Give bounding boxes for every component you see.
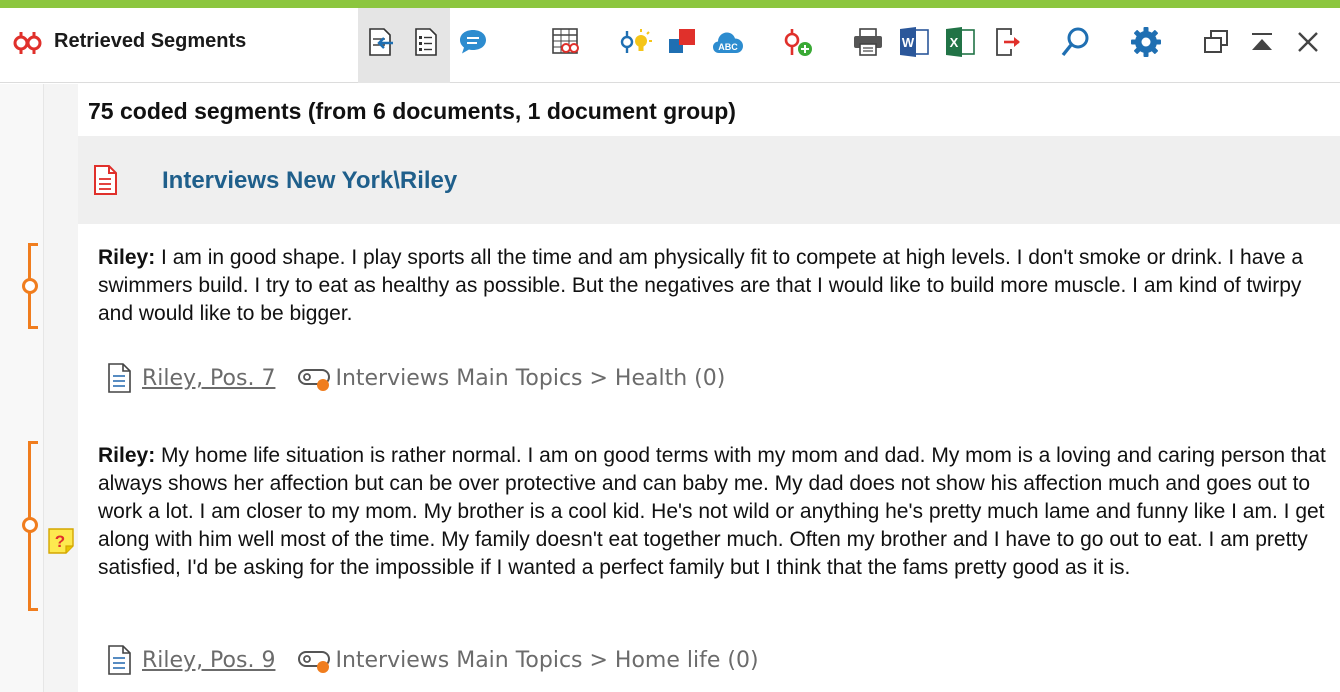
code-tag-icon — [298, 651, 331, 673]
collapse-icon[interactable] — [1244, 24, 1280, 60]
segments-count-text: 75 coded segments (from 6 documents, 1 d… — [88, 98, 736, 124]
code-matrix-icon[interactable] — [548, 24, 584, 60]
segment-2-source-link[interactable]: Riley, Pos. 9 — [142, 648, 275, 673]
text-document-icon — [108, 363, 131, 393]
segment-2-body: My home life situation is rather normal.… — [98, 444, 1326, 579]
list-view-icon[interactable] — [408, 24, 444, 60]
close-icon[interactable] — [1290, 24, 1326, 60]
segment-2-text: Riley: My home life situation is rather … — [98, 442, 1328, 582]
print-icon[interactable] — [850, 24, 886, 60]
retrieved-segments-icon — [13, 32, 42, 54]
coded-segment-1[interactable]: Riley: I am in good shape. I play sports… — [78, 224, 1340, 414]
segment-2-speaker: Riley: — [98, 444, 156, 467]
segments-summary: 75 coded segments (from 6 documents, 1 d… — [78, 84, 1340, 136]
segment-1-footer: Riley, Pos. 7 Interviews Main Topics > H… — [106, 362, 725, 394]
segment-1-code-marker[interactable] — [22, 278, 38, 294]
toolbar: Retrieved Segments ABC W X — [0, 8, 1340, 83]
comment-icon[interactable] — [455, 24, 491, 60]
excel-export-icon[interactable]: X — [942, 24, 978, 60]
segment-1-source-link[interactable]: Riley, Pos. 7 — [142, 366, 275, 391]
coded-segment-2[interactable]: Riley: My home life situation is rather … — [78, 422, 1340, 692]
svg-text:ABC: ABC — [718, 42, 738, 52]
segment-1-speaker: Riley: — [98, 246, 156, 269]
color-codes-icon[interactable] — [664, 24, 700, 60]
export-icon[interactable] — [990, 24, 1026, 60]
segment-1-body: I am in good shape. I play sports all th… — [98, 246, 1304, 325]
segment-2-code-marker[interactable] — [22, 517, 38, 533]
svg-text:X: X — [950, 35, 959, 50]
code-tag-icon — [298, 369, 331, 391]
word-export-icon[interactable]: W — [896, 24, 932, 60]
search-icon[interactable] — [1058, 24, 1094, 60]
settings-icon[interactable] — [1128, 24, 1164, 60]
smart-coding-icon[interactable] — [618, 24, 654, 60]
undock-window-icon[interactable] — [1198, 24, 1234, 60]
segment-2-code-path[interactable]: Interviews Main Topics > Home life (0) — [335, 648, 758, 673]
svg-text:?: ? — [55, 532, 65, 551]
export-segments-icon[interactable] — [362, 24, 398, 60]
segment-1-text: Riley: I am in good shape. I play sports… — [98, 244, 1328, 328]
segment-2-footer: Riley, Pos. 9 Interviews Main Topics > H… — [106, 644, 759, 676]
segment-1-code-path[interactable]: Interviews Main Topics > Health (0) — [335, 366, 725, 391]
text-document-icon — [108, 645, 131, 675]
memo-icon[interactable]: ? — [48, 528, 74, 554]
window-accent-bar — [0, 0, 1340, 8]
svg-text:W: W — [902, 35, 915, 50]
pdf-document-icon — [94, 165, 117, 195]
document-title[interactable]: Interviews New York\Riley — [162, 167, 457, 195]
word-cloud-icon[interactable]: ABC — [710, 24, 746, 60]
add-code-icon[interactable] — [780, 24, 816, 60]
window-title: Retrieved Segments — [54, 30, 247, 52]
document-header[interactable]: Interviews New York\Riley — [78, 136, 1340, 224]
